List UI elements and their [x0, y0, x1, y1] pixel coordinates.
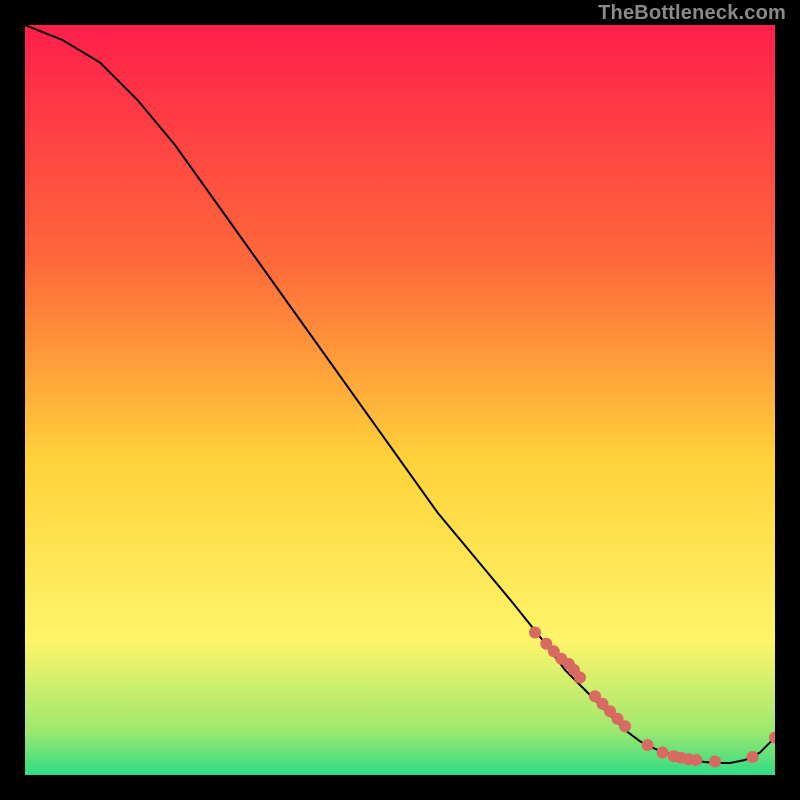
gradient-background — [25, 25, 775, 775]
marker-point — [657, 747, 669, 759]
marker-point — [709, 756, 721, 768]
marker-point — [574, 672, 586, 684]
marker-point — [619, 720, 631, 732]
chart-svg — [25, 25, 775, 775]
plot-area — [25, 25, 775, 775]
marker-point — [690, 754, 702, 766]
marker-point — [529, 627, 541, 639]
watermark-text: TheBottleneck.com — [598, 2, 786, 25]
chart-stage: TheBottleneck.com — [0, 0, 800, 800]
marker-point — [642, 739, 654, 751]
marker-point — [747, 751, 759, 763]
